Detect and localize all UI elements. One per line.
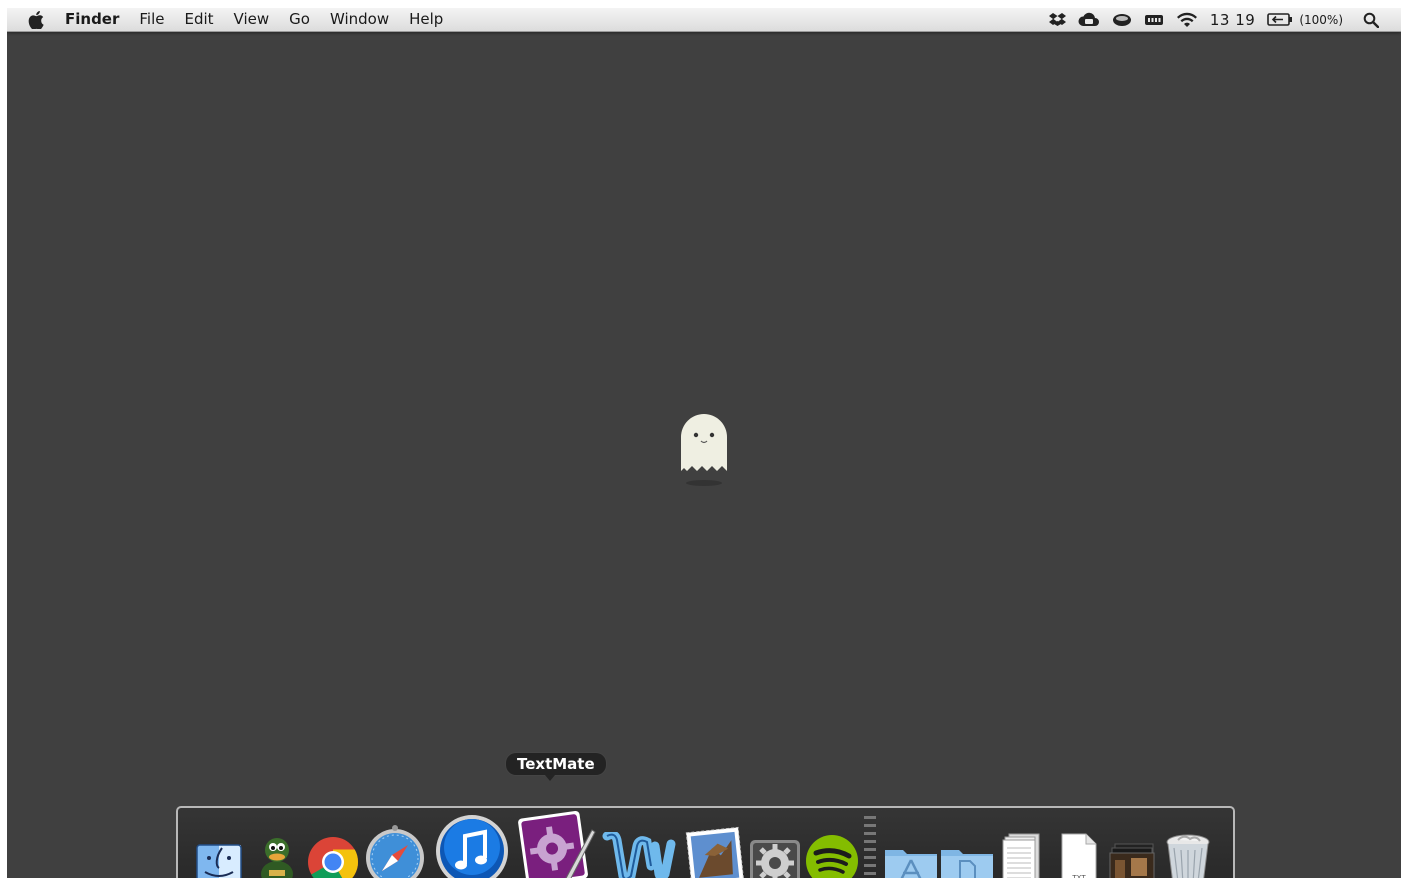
- menu-bar: Finder File Edit View Go Window Help 13 …: [7, 8, 1401, 32]
- system-preferences-gear-icon: [750, 840, 800, 878]
- memory-icon[interactable]: [1144, 13, 1164, 27]
- applications-folder-icon: [885, 850, 937, 878]
- dock-item-trash[interactable]: [1162, 828, 1214, 878]
- chrome-icon: [308, 837, 359, 878]
- apple-menu-icon[interactable]: [7, 10, 65, 29]
- dock-item-safari[interactable]: [363, 820, 427, 878]
- clock-text[interactable]: 13 19: [1210, 11, 1255, 29]
- caffeine-icon[interactable]: [1112, 13, 1132, 27]
- menu-go[interactable]: Go: [279, 8, 320, 31]
- dock: TXT: [176, 806, 1235, 878]
- desktop: Finder File Edit View Go Window Help 13 …: [7, 8, 1401, 878]
- itunes-icon: [436, 815, 508, 878]
- cloud-icon[interactable]: [1078, 12, 1100, 27]
- dock-item-mail[interactable]: [683, 824, 747, 878]
- dock-item-pictures-stack[interactable]: [1108, 834, 1158, 878]
- menu-file[interactable]: File: [129, 8, 174, 31]
- battery-percentage[interactable]: (100%): [1299, 13, 1343, 27]
- dock-item-downloads-stack[interactable]: [1000, 828, 1044, 878]
- dock-tooltip: TextMate: [505, 752, 607, 781]
- ghost-icon: [679, 413, 729, 488]
- status-area: 13 19 (100%): [1048, 11, 1401, 29]
- word-icon: [602, 832, 676, 878]
- dock-item-documents-folder[interactable]: [938, 834, 996, 878]
- dock-item-system-preferences[interactable]: [748, 834, 802, 878]
- dock-item-spotify[interactable]: [804, 832, 860, 878]
- dock-item-chrome[interactable]: [305, 828, 361, 878]
- svg-text:TXT: TXT: [1071, 874, 1086, 878]
- dock-item-adium[interactable]: [252, 828, 302, 878]
- textmate-icon: [518, 810, 596, 878]
- adium-duck-icon: [261, 838, 293, 878]
- dock-item-itunes[interactable]: [434, 810, 510, 878]
- dock-item-finder[interactable]: [194, 828, 244, 878]
- menu-window[interactable]: Window: [320, 8, 399, 31]
- trash-icon: [1166, 834, 1210, 878]
- spotify-icon: [806, 835, 858, 878]
- mail-stamp-icon: [685, 826, 745, 878]
- document-stack-icon: [1002, 833, 1040, 878]
- menu-app-finder[interactable]: Finder: [65, 8, 129, 31]
- dock-item-word[interactable]: [600, 822, 680, 878]
- dock-item-applications-folder[interactable]: [882, 834, 940, 878]
- wifi-icon[interactable]: [1176, 12, 1198, 28]
- spotlight-icon[interactable]: [1363, 12, 1379, 28]
- photo-stack-icon: [1109, 843, 1155, 878]
- txt-file-icon: TXT: [1061, 833, 1097, 878]
- menu-help[interactable]: Help: [399, 8, 453, 31]
- dock-item-txt-file[interactable]: TXT: [1058, 828, 1100, 878]
- dropbox-icon[interactable]: [1048, 12, 1066, 27]
- dock-item-textmate[interactable]: [514, 806, 598, 878]
- battery-icon[interactable]: [1267, 13, 1293, 26]
- menu-edit[interactable]: Edit: [174, 8, 223, 31]
- menu-view[interactable]: View: [224, 8, 280, 31]
- finder-icon: [196, 844, 242, 878]
- safari-compass-icon: [366, 825, 424, 878]
- documents-folder-icon: [941, 850, 993, 878]
